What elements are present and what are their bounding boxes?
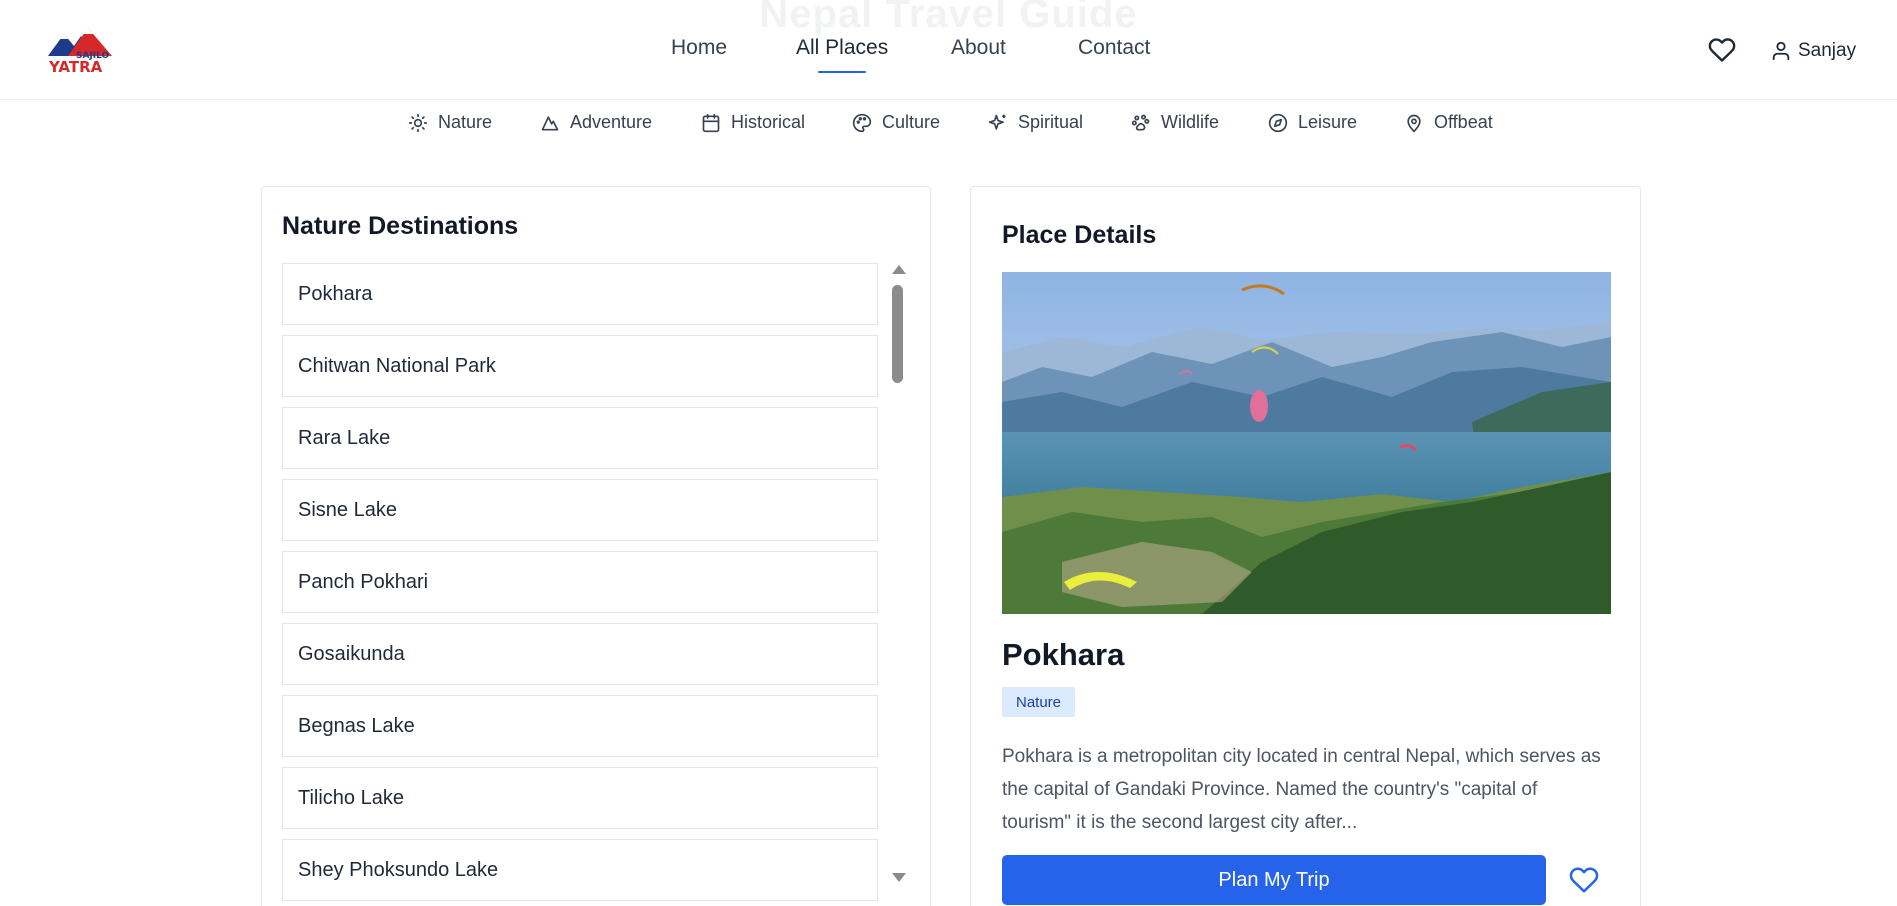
destination-item[interactable]: Chitwan National Park xyxy=(282,335,878,397)
palette-icon xyxy=(852,113,872,132)
mountain-icon xyxy=(541,115,559,130)
paw-icon xyxy=(1131,114,1150,130)
sparkles-icon xyxy=(988,114,1006,130)
destination-item[interactable]: Gosaikunda xyxy=(282,623,878,685)
destination-item[interactable]: Rara Lake xyxy=(282,407,878,469)
category-leisure[interactable]: Leisure xyxy=(1268,112,1357,133)
scroll-up-arrow-icon[interactable] xyxy=(892,265,906,274)
compass-icon xyxy=(1268,113,1288,132)
category-nature-label: Nature xyxy=(438,112,493,132)
user-icon xyxy=(1772,41,1790,61)
category-adventure-label: Adventure xyxy=(570,112,653,132)
scroll-thumb[interactable] xyxy=(892,285,903,383)
nav-contact[interactable]: Contact xyxy=(1078,36,1150,60)
category-historical[interactable]: Historical xyxy=(701,112,805,133)
top-header: SAJILO YATRA Home All Places About Conta… xyxy=(0,0,1897,100)
category-badge: Nature xyxy=(1002,687,1076,717)
details-title: Place Details xyxy=(1002,221,1157,249)
sun-icon xyxy=(408,113,428,132)
category-offbeat[interactable]: Offbeat xyxy=(1404,112,1493,133)
nav-all-places[interactable]: All Places xyxy=(796,36,889,73)
category-adventure[interactable]: Adventure xyxy=(540,112,652,133)
plan-my-trip-button[interactable]: Plan My Trip xyxy=(1002,855,1546,905)
category-wildlife-label: Wildlife xyxy=(1161,112,1220,132)
destination-item[interactable]: Pokhara xyxy=(282,263,878,325)
nav-all-places-label: All Places xyxy=(796,36,889,59)
user-menu[interactable]: Sanjay xyxy=(1770,37,1856,65)
destination-item[interactable]: Panch Pokhari xyxy=(282,551,878,613)
favorites-heart-icon[interactable] xyxy=(1708,36,1736,64)
destination-item[interactable]: Tilicho Lake xyxy=(282,767,878,829)
place-name: Pokhara xyxy=(1002,637,1125,672)
category-spiritual-label: Spiritual xyxy=(1018,112,1084,132)
destinations-title: Nature Destinations xyxy=(282,212,519,240)
category-culture-label: Culture xyxy=(882,112,941,132)
main-nav: Home All Places About Contact xyxy=(0,36,1897,76)
category-wildlife[interactable]: Wildlife xyxy=(1131,112,1219,133)
scroll-down-arrow-icon[interactable] xyxy=(892,873,906,882)
active-underline xyxy=(818,71,867,73)
nav-home[interactable]: Home xyxy=(671,36,727,60)
category-nature[interactable]: Nature xyxy=(408,112,492,133)
favorite-heart-icon[interactable] xyxy=(1569,865,1599,895)
user-name: Sanjay xyxy=(1798,40,1857,61)
destination-item[interactable]: Sisne Lake xyxy=(282,479,878,541)
calendar-icon xyxy=(702,113,720,132)
destination-item[interactable]: Shey Phoksundo Lake xyxy=(282,839,878,901)
category-culture[interactable]: Culture xyxy=(852,112,940,133)
map-pin-icon xyxy=(1407,114,1421,132)
list-scrollbar[interactable] xyxy=(888,265,906,885)
destinations-panel: Nature Destinations Pokhara Chitwan Nati… xyxy=(261,186,931,906)
details-panel: Place Details Pokhara Nature Pokhara is … xyxy=(970,186,1641,906)
category-leisure-label: Leisure xyxy=(1298,112,1358,132)
category-spiritual[interactable]: Spiritual xyxy=(988,112,1083,133)
place-photo xyxy=(1002,272,1611,614)
category-offbeat-label: Offbeat xyxy=(1434,112,1493,132)
category-historical-label: Historical xyxy=(731,112,806,132)
destination-item[interactable]: Begnas Lake xyxy=(282,695,878,757)
place-description: Pokhara is a metropolitan city located i… xyxy=(1002,746,1601,833)
category-bar: Nature Adventure Historical Culture Spir… xyxy=(0,112,1897,140)
nav-about[interactable]: About xyxy=(951,36,1006,60)
